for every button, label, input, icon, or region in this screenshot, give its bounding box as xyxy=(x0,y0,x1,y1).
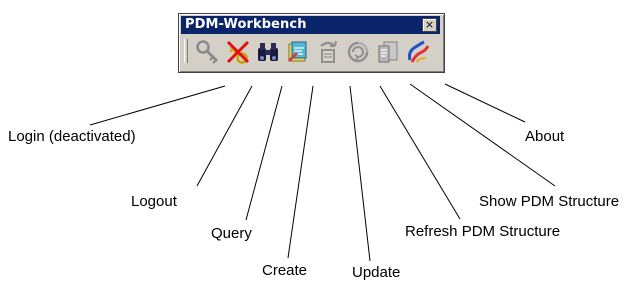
callout-line-create xyxy=(287,85,314,259)
logout-key-icon xyxy=(226,40,250,64)
callout-line-login xyxy=(89,85,226,126)
update-button[interactable] xyxy=(314,38,342,66)
toolbar-grip-handle[interactable] xyxy=(184,39,188,63)
binoculars-query-icon xyxy=(258,43,278,61)
callout-line-about xyxy=(444,83,526,123)
label-refresh-pdm-structure: Refresh PDM Structure xyxy=(405,223,561,240)
callout-line-update xyxy=(349,85,371,262)
callout-line-refresh xyxy=(379,85,461,220)
logout-button[interactable] xyxy=(224,38,252,66)
callout-line-logout xyxy=(196,85,253,187)
label-about: About xyxy=(525,128,565,145)
show-pdm-structure-button[interactable] xyxy=(374,38,402,66)
label-logout: Logout xyxy=(131,193,177,210)
label-show-pdm-structure: Show PDM Structure xyxy=(479,193,620,210)
about-button[interactable] xyxy=(404,38,432,66)
refresh-pdm-structure-button[interactable] xyxy=(344,38,372,66)
login-button[interactable] xyxy=(194,38,222,66)
label-login: Login (deactivated) xyxy=(8,128,136,145)
toolbar-title: PDM-Workbench xyxy=(185,17,307,32)
label-query: Query xyxy=(211,225,252,242)
label-create: Create xyxy=(262,262,308,279)
pdm-workbench-toolbar[interactable]: PDM-Workbench × xyxy=(178,13,445,73)
about-icon xyxy=(408,40,430,63)
login-key-icon xyxy=(196,40,219,64)
toolbar-titlebar[interactable]: PDM-Workbench × xyxy=(181,16,440,34)
refresh-icon xyxy=(347,41,369,63)
query-button[interactable] xyxy=(254,38,282,66)
callout-line-query xyxy=(245,85,283,221)
label-update: Update xyxy=(352,264,401,281)
update-icon xyxy=(320,40,337,63)
create-icon xyxy=(288,41,307,62)
close-button[interactable]: × xyxy=(422,18,437,32)
create-button[interactable] xyxy=(284,38,312,66)
pdm-structure-icon xyxy=(378,41,398,63)
